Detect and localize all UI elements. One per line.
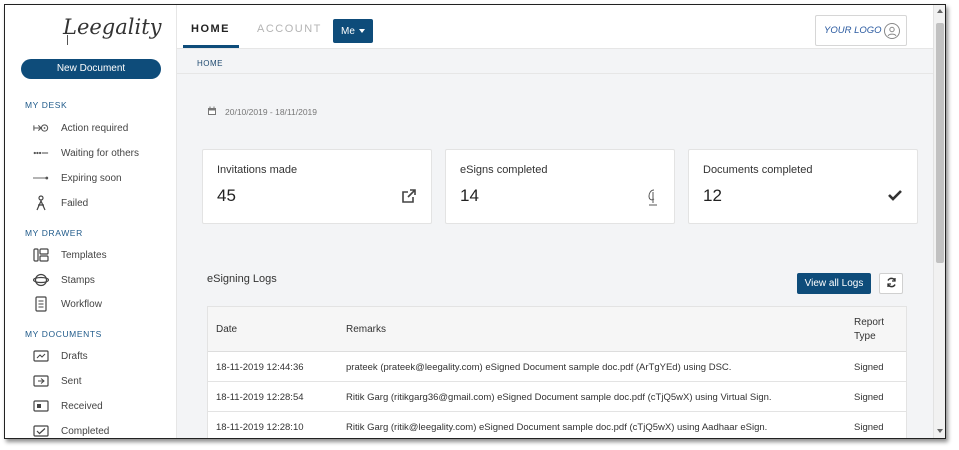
logo-pen-icon bbox=[67, 35, 68, 45]
caret-down-icon bbox=[358, 29, 365, 33]
cell-report-type: Signed bbox=[854, 421, 884, 433]
sidebar-item-expiring[interactable]: Expiring soon bbox=[33, 168, 173, 188]
calendar-icon bbox=[207, 106, 217, 118]
sidebar-item-waiting[interactable]: Waiting for others bbox=[33, 143, 173, 163]
esigns-completed-card[interactable]: eSigns completed 14 bbox=[445, 149, 675, 224]
action-required-icon bbox=[33, 121, 49, 135]
sent-icon bbox=[33, 374, 49, 388]
esign-pen-icon bbox=[646, 188, 660, 211]
external-link-icon[interactable] bbox=[401, 188, 417, 207]
cell-date: 18-11-2019 12:44:36 bbox=[216, 361, 304, 373]
me-dropdown-button[interactable]: Me bbox=[333, 19, 373, 43]
card-title: Invitations made bbox=[217, 164, 298, 176]
documents-completed-card[interactable]: Documents completed 12 bbox=[688, 149, 918, 224]
templates-icon bbox=[33, 248, 49, 262]
sidebar-item-action-required[interactable]: Action required bbox=[33, 118, 173, 138]
tab-home[interactable]: HOME bbox=[191, 23, 230, 35]
stamps-icon bbox=[33, 273, 49, 287]
refresh-button[interactable] bbox=[879, 273, 903, 294]
scroll-down-arrow-icon[interactable] bbox=[937, 429, 943, 433]
app-window: Leegality New Document MY DESK Action re… bbox=[4, 4, 946, 439]
sidebar-item-label: Waiting for others bbox=[61, 147, 139, 159]
table-header: Date Remarks Report Type bbox=[208, 307, 906, 352]
cell-remarks: Ritik Garg (ritikgarg36@gmail.com) eSign… bbox=[346, 391, 772, 403]
column-header-date[interactable]: Date bbox=[216, 307, 237, 352]
failed-icon bbox=[33, 195, 49, 211]
sidebar-item-drafts[interactable]: Drafts bbox=[33, 346, 173, 366]
invitations-made-card[interactable]: Invitations made 45 bbox=[202, 149, 432, 224]
sidebar-item-label: Stamps bbox=[61, 274, 95, 286]
date-range[interactable]: 20/10/2019 - 18/11/2019 bbox=[207, 106, 317, 118]
card-title: Documents completed bbox=[703, 164, 813, 176]
sidebar-item-label: Drafts bbox=[61, 350, 88, 362]
your-logo-box[interactable]: YOUR LOGO bbox=[815, 15, 907, 46]
sidebar-item-label: Workflow bbox=[61, 298, 102, 310]
scroll-up-arrow-icon[interactable] bbox=[937, 9, 943, 13]
tab-account[interactable]: ACCOUNT bbox=[257, 23, 322, 35]
esigning-logs-title: eSigning Logs bbox=[207, 273, 277, 285]
card-value: 14 bbox=[460, 186, 479, 205]
sidebar-item-label: Received bbox=[61, 400, 103, 412]
column-header-remarks[interactable]: Remarks bbox=[346, 307, 386, 352]
sidebar-item-templates[interactable]: Templates bbox=[33, 245, 173, 265]
sidebar: Leegality New Document MY DESK Action re… bbox=[5, 5, 177, 438]
esigning-logs-table: Date Remarks Report Type 18-11-2019 12:4… bbox=[207, 306, 907, 438]
vertical-scrollbar[interactable] bbox=[933, 5, 945, 438]
sidebar-item-completed[interactable]: Completed bbox=[33, 421, 173, 438]
card-value: 12 bbox=[703, 186, 722, 205]
table-row[interactable]: 18-11-2019 12:44:36 prateek (prateek@lee… bbox=[208, 352, 906, 382]
table-row[interactable]: 18-11-2019 12:28:10 Ritik Garg (ritik@le… bbox=[208, 412, 906, 438]
sidebar-item-stamps[interactable]: Stamps bbox=[33, 270, 173, 290]
sidebar-item-label: Failed bbox=[61, 197, 89, 209]
active-tab-indicator bbox=[183, 45, 239, 48]
scrollbar-thumb[interactable] bbox=[936, 23, 944, 263]
section-my-documents: MY DOCUMENTS bbox=[25, 329, 102, 339]
me-label: Me bbox=[341, 25, 355, 37]
cell-date: 18-11-2019 12:28:54 bbox=[216, 391, 304, 403]
cell-date: 18-11-2019 12:28:10 bbox=[216, 421, 304, 433]
top-navigation-bar: HOME ACCOUNT Me YOUR LOGO bbox=[177, 5, 945, 49]
table-row[interactable]: 18-11-2019 12:28:54 Ritik Garg (ritikgar… bbox=[208, 382, 906, 412]
completed-icon bbox=[33, 424, 49, 438]
card-value: 45 bbox=[217, 186, 236, 205]
view-all-logs-button[interactable]: View all Logs bbox=[797, 273, 871, 294]
sidebar-item-label: Templates bbox=[61, 249, 107, 261]
sidebar-item-label: Expiring soon bbox=[61, 172, 122, 184]
new-document-button[interactable]: New Document bbox=[21, 59, 161, 79]
sidebar-item-workflow[interactable]: Workflow bbox=[33, 294, 173, 314]
cell-report-type: Signed bbox=[854, 361, 884, 373]
section-my-desk: MY DESK bbox=[25, 100, 68, 110]
checkmark-icon bbox=[887, 188, 903, 205]
breadcrumb-divider bbox=[177, 73, 933, 74]
column-header-report-type[interactable]: Report Type bbox=[854, 307, 894, 352]
sidebar-item-sent[interactable]: Sent bbox=[33, 371, 173, 391]
sidebar-item-label: Sent bbox=[61, 375, 82, 387]
refresh-icon bbox=[886, 277, 897, 291]
your-logo-text: YOUR LOGO bbox=[824, 25, 882, 36]
section-my-drawer: MY DRAWER bbox=[25, 228, 83, 238]
main-content: HOME 20/10/2019 - 18/11/2019 Invitations… bbox=[177, 49, 933, 438]
waiting-icon bbox=[33, 146, 49, 160]
expiring-icon bbox=[33, 171, 49, 185]
date-range-text: 20/10/2019 - 18/11/2019 bbox=[225, 107, 318, 117]
sidebar-item-received[interactable]: Received bbox=[33, 396, 173, 416]
sidebar-item-label: Completed bbox=[61, 425, 110, 437]
received-icon bbox=[33, 399, 49, 413]
card-title: eSigns completed bbox=[460, 164, 548, 176]
user-avatar-icon[interactable] bbox=[884, 23, 900, 39]
sidebar-item-label: Action required bbox=[61, 122, 129, 134]
cell-report-type: Signed bbox=[854, 391, 884, 403]
workflow-icon bbox=[33, 296, 49, 312]
breadcrumb[interactable]: HOME bbox=[197, 59, 223, 68]
cell-remarks: Ritik Garg (ritik@leegality.com) eSigned… bbox=[346, 421, 768, 433]
sidebar-item-failed[interactable]: Failed bbox=[33, 193, 173, 213]
cell-remarks: prateek (prateek@leegality.com) eSigned … bbox=[346, 361, 732, 373]
brand-logo[interactable]: Leegality bbox=[63, 15, 162, 39]
drafts-icon bbox=[33, 349, 49, 363]
